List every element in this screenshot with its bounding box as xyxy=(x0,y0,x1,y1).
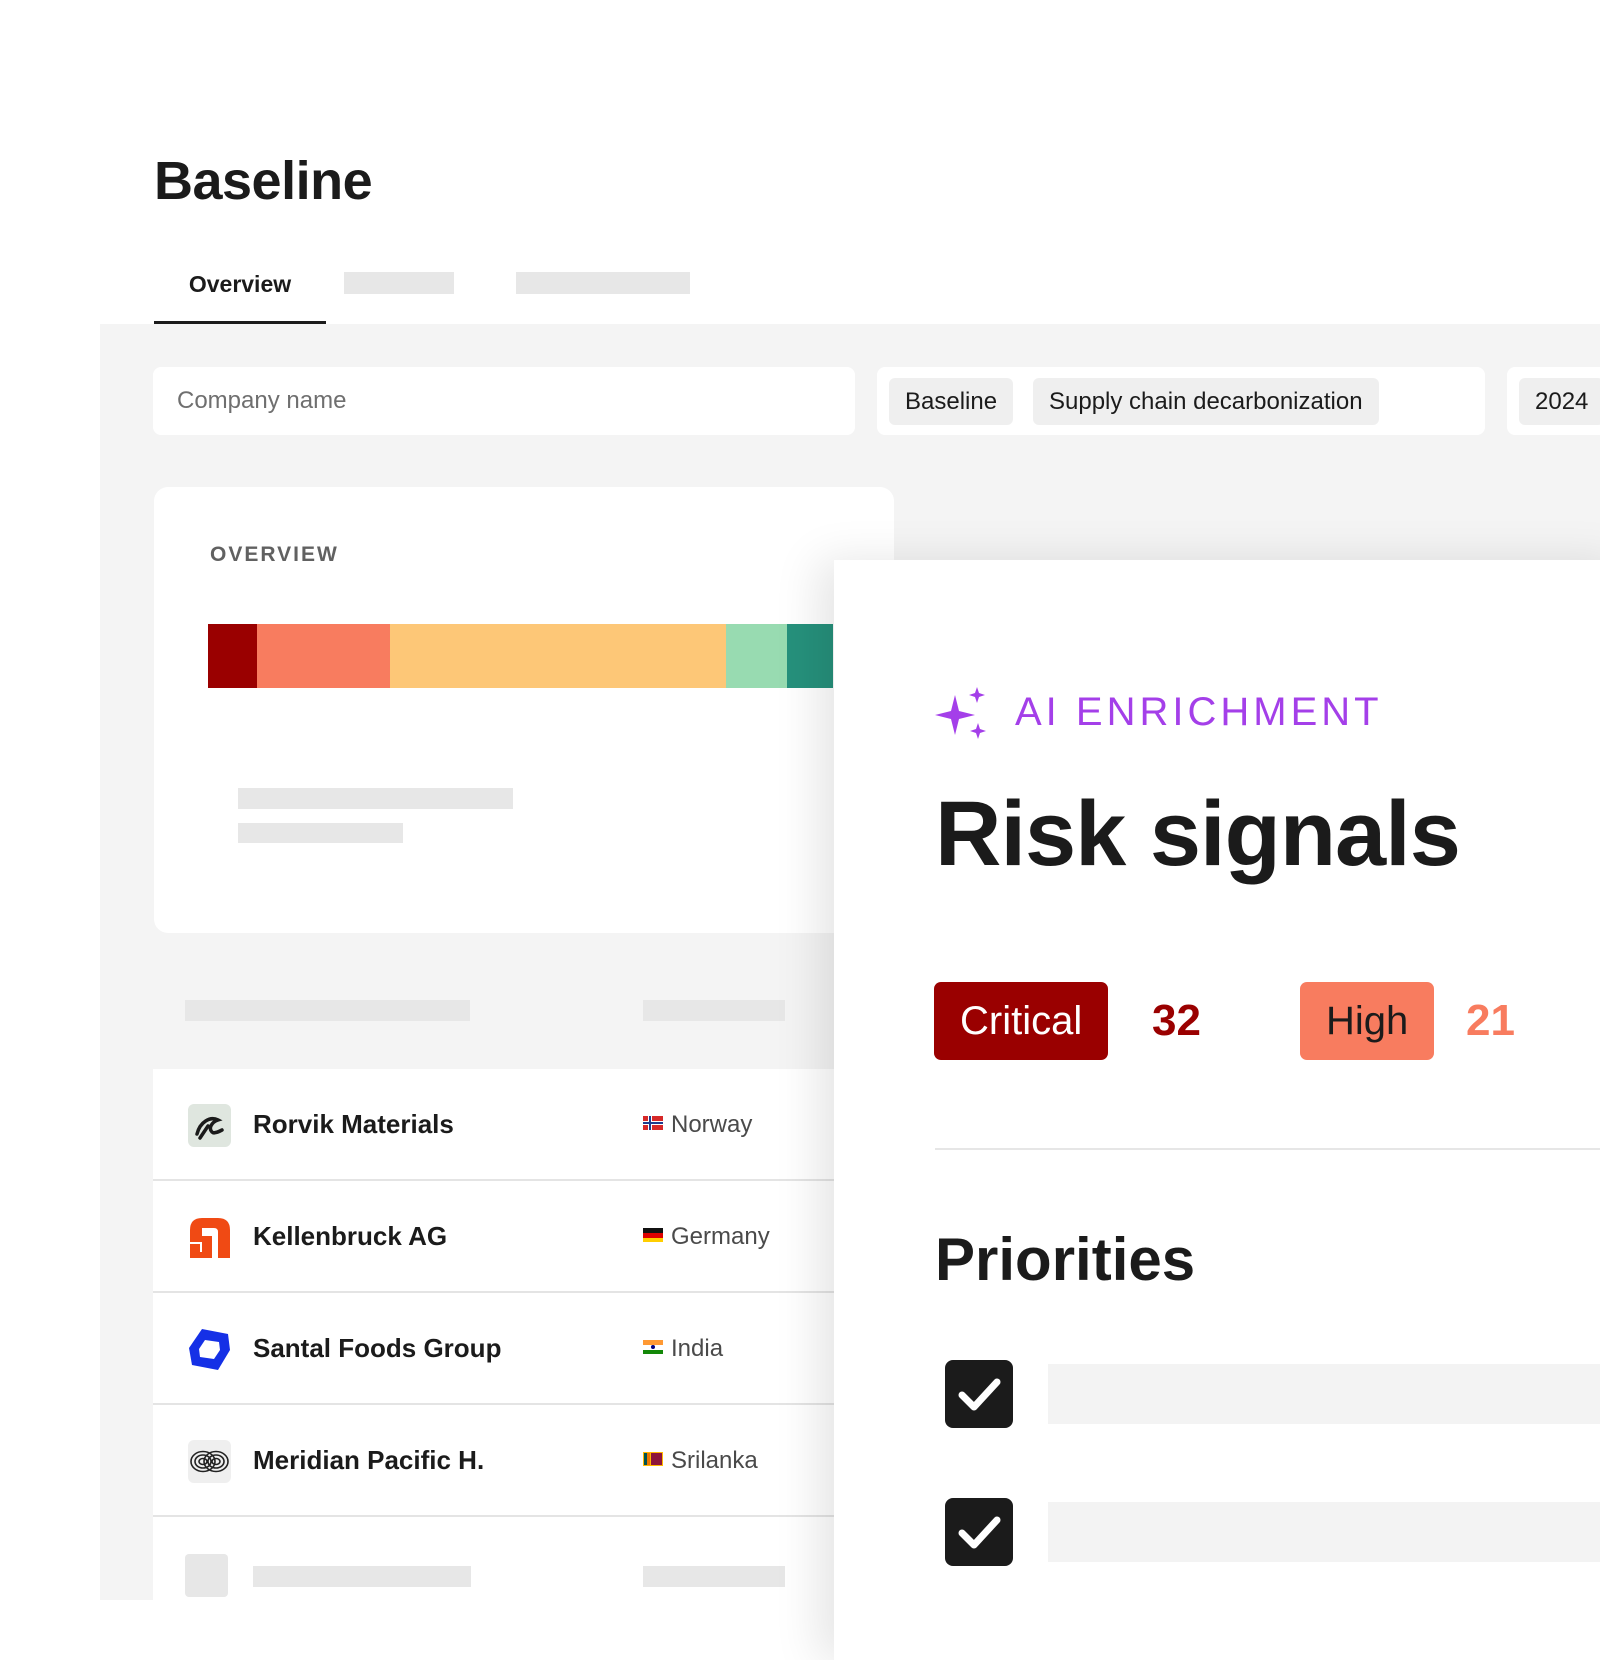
rorvik-logo-icon xyxy=(188,1104,231,1147)
column-header-placeholder xyxy=(643,1000,785,1021)
priority-checkbox[interactable] xyxy=(945,1360,1013,1428)
country-name: Srilanka xyxy=(671,1447,758,1474)
germany-flag-icon xyxy=(643,1228,663,1242)
sparkles-icon xyxy=(935,687,989,746)
tab-overview-label: Overview xyxy=(188,271,292,297)
company-name: Meridian Pacific H. xyxy=(253,1445,485,1475)
ai-enrichment-label: AI ENRICHMENT xyxy=(1015,690,1383,734)
srilanka-flag-icon xyxy=(643,1452,663,1466)
meridian-logo-icon xyxy=(188,1440,231,1483)
distribution-segment-5 xyxy=(787,624,833,688)
distribution-segment-2 xyxy=(257,624,390,688)
table-row-placeholder xyxy=(153,1517,893,1629)
search-input[interactable]: Company name xyxy=(153,367,855,435)
table-row[interactable]: Meridian Pacific H. Srilanka xyxy=(153,1405,893,1517)
priority-text-placeholder xyxy=(1048,1364,1600,1424)
filter-chip-year[interactable]: 2024 xyxy=(1519,378,1600,425)
kellenbruck-logo-icon xyxy=(188,1216,231,1259)
country-name: Norway xyxy=(671,1111,753,1138)
country-name: Germany xyxy=(671,1223,770,1250)
divider xyxy=(935,1148,1600,1150)
risk-distribution-bar xyxy=(208,624,833,688)
search-placeholder: Company name xyxy=(177,387,347,414)
year-filter: 2024 xyxy=(1507,367,1600,435)
company-country: Germany xyxy=(643,1223,770,1251)
company-name: Kellenbruck AG xyxy=(253,1221,448,1251)
tab-placeholder[interactable] xyxy=(516,272,690,294)
risk-signals-title: Risk signals xyxy=(935,783,1461,885)
text-placeholder xyxy=(253,1566,471,1587)
company-name: Santal Foods Group xyxy=(253,1333,502,1363)
checkmark-icon xyxy=(958,1378,1001,1411)
priority-checkbox[interactable] xyxy=(945,1498,1013,1566)
distribution-segment-3 xyxy=(390,624,726,688)
santal-logo-icon xyxy=(188,1328,231,1371)
page-title: Baseline xyxy=(154,151,373,211)
high-badge[interactable]: High xyxy=(1300,982,1435,1060)
table-row[interactable]: Kellenbruck AG Germany xyxy=(153,1181,893,1293)
text-placeholder xyxy=(238,823,403,843)
priorities-title: Priorities xyxy=(935,1226,1196,1293)
overview-label: OVERVIEW xyxy=(210,543,339,566)
critical-badge[interactable]: Critical xyxy=(934,982,1109,1060)
company-country: Srilanka xyxy=(643,1447,758,1475)
column-header-placeholder xyxy=(185,1000,470,1021)
distribution-segment-4 xyxy=(726,624,787,688)
logo-placeholder xyxy=(185,1554,228,1597)
country-name: India xyxy=(671,1335,724,1362)
text-placeholder xyxy=(238,788,513,809)
tab-overview[interactable]: Overview xyxy=(154,268,326,324)
filter-chip-baseline[interactable]: Baseline xyxy=(889,378,1014,425)
high-count: 21 xyxy=(1466,996,1515,1045)
india-flag-icon xyxy=(643,1340,663,1354)
company-country: India xyxy=(643,1335,723,1363)
table-row[interactable]: Santal Foods Group India xyxy=(153,1293,893,1405)
checkmark-icon xyxy=(958,1516,1001,1549)
filter-chip-supply-chain[interactable]: Supply chain decarbonization xyxy=(1033,378,1379,425)
table-row[interactable]: Rorvik Materials Norway xyxy=(153,1069,893,1181)
priority-text-placeholder xyxy=(1048,1502,1600,1562)
norway-flag-icon xyxy=(643,1116,663,1130)
critical-count: 32 xyxy=(1152,996,1201,1045)
company-country: Norway xyxy=(643,1111,752,1139)
tab-placeholder[interactable] xyxy=(344,272,454,294)
company-name: Rorvik Materials xyxy=(253,1109,454,1139)
text-placeholder xyxy=(643,1566,785,1587)
distribution-segment-1 xyxy=(208,624,257,688)
filter-bar: Baseline Supply chain decarbonization xyxy=(877,367,1485,435)
